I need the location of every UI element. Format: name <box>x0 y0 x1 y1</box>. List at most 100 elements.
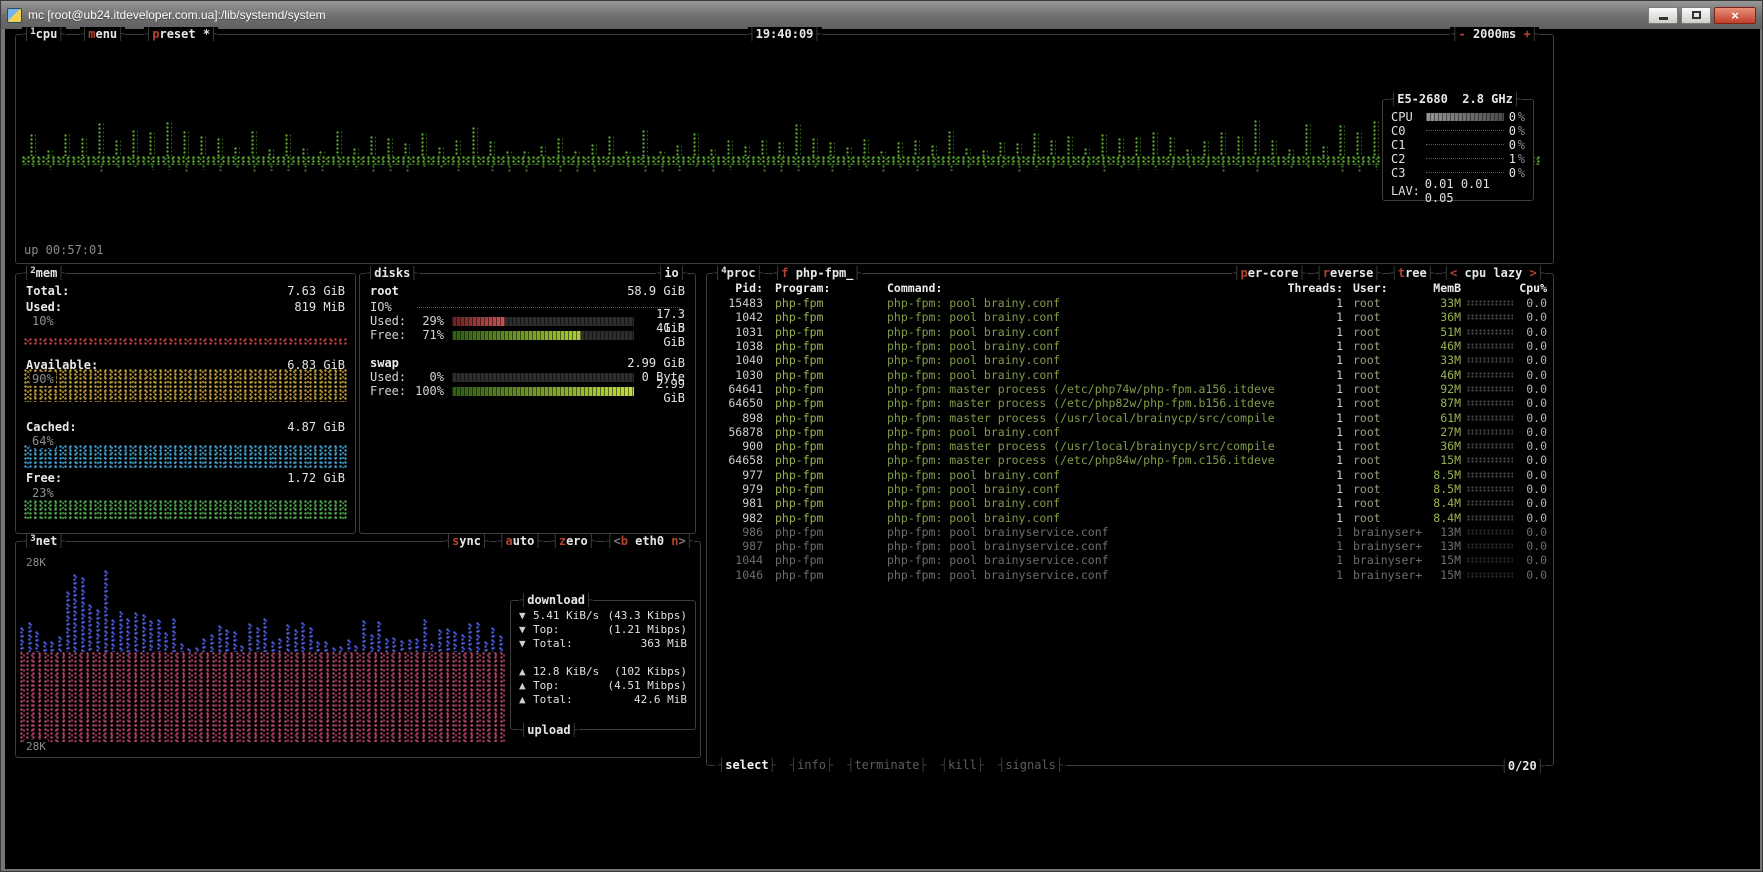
process-cpu: 0.0 <box>1513 511 1547 525</box>
process-cpu-graph <box>1467 472 1513 478</box>
process-cpu-graph <box>1467 329 1513 335</box>
process-row[interactable]: 986php-fpmphp-fpm: pool brainyservice.co… <box>713 525 1547 539</box>
upload-arrow-icon: ▲ <box>519 679 533 693</box>
memory-panel-title[interactable]: 2mem <box>22 266 66 280</box>
process-program: php-fpm <box>763 453 879 467</box>
process-command: php-fpm: master process (/usr/local/brai… <box>879 439 1285 453</box>
process-user: root <box>1343 396 1417 410</box>
sort-prev-button[interactable]: < <box>1450 266 1457 280</box>
process-row[interactable]: 64658php-fpmphp-fpm: master process (/et… <box>713 453 1547 467</box>
column-program[interactable]: Program: <box>763 281 879 295</box>
process-filter-input[interactable]: f php-fpm_ <box>773 266 862 280</box>
column-command[interactable]: Command: <box>879 281 1285 295</box>
maximize-button[interactable] <box>1681 7 1711 24</box>
process-program: php-fpm <box>763 353 879 367</box>
process-cpu-graph <box>1467 557 1513 563</box>
close-button[interactable]: × <box>1714 7 1756 24</box>
network-tabs: sync auto zero <box>444 534 596 548</box>
app-icon <box>7 8 22 23</box>
process-row[interactable]: 987php-fpmphp-fpm: pool brainyservice.co… <box>713 539 1547 553</box>
disk-io-label: IO% <box>370 300 412 314</box>
mem-free-row: Free:1.72 GiB <box>26 471 345 485</box>
process-cpu: 0.0 <box>1513 525 1547 539</box>
process-row[interactable]: 64641php-fpmphp-fpm: master process (/et… <box>713 382 1547 396</box>
interval-decrease-button[interactable]: - <box>1458 27 1465 41</box>
preset-button[interactable]: preset * <box>144 27 218 41</box>
interface-switcher[interactable]: <b eth0 n> <box>605 534 694 548</box>
swap-free-value: 2.99 GiB <box>638 377 685 405</box>
minimize-button[interactable] <box>1648 7 1678 24</box>
process-row[interactable]: 981php-fpmphp-fpm: pool brainy.conf1root… <box>713 496 1547 510</box>
tab-sync[interactable]: sync <box>444 534 489 548</box>
upload-stats: ▲12.8 KiB/s(102 Kibps)▲Top:(4.51 Mibps)▲… <box>519 665 687 707</box>
terminate-button[interactable]: terminate <box>847 758 927 772</box>
column-user[interactable]: User: <box>1343 281 1417 295</box>
signals-button[interactable]: signals <box>998 758 1063 772</box>
process-mem: 13M <box>1417 525 1461 539</box>
column-memb[interactable]: MemB <box>1417 281 1461 295</box>
interval-control[interactable]: - 2000ms + <box>1450 27 1539 41</box>
process-row[interactable]: 977php-fpmphp-fpm: pool brainy.conf1root… <box>713 468 1547 482</box>
disk-root-row: root58.9 GiB <box>370 284 685 298</box>
cpu-panel-title[interactable]: 1cpu <box>22 27 66 41</box>
process-threads: 1 <box>1285 496 1343 510</box>
process-row[interactable]: 15483php-fpmphp-fpm: pool brainy.conf1ro… <box>713 296 1547 310</box>
process-command: php-fpm: master process (/etc/php82w/php… <box>879 396 1285 410</box>
process-row[interactable]: 979php-fpmphp-fpm: pool brainy.conf1root… <box>713 482 1547 496</box>
process-row[interactable]: 1046php-fpmphp-fpm: pool brainyservice.c… <box>713 568 1547 582</box>
upload-stat-value: (102 Kibps) <box>614 665 687 679</box>
process-row[interactable]: 1042php-fpmphp-fpm: pool brainy.conf1roo… <box>713 310 1547 324</box>
process-row[interactable]: 56878php-fpmphp-fpm: pool brainy.conf1ro… <box>713 425 1547 439</box>
titlebar[interactable]: mc [root@ub24.itdeveloper.com.ua]:/lib/s… <box>1 1 1762 29</box>
process-row[interactable]: 900php-fpmphp-fpm: master process (/usr/… <box>713 439 1547 453</box>
process-panel-title[interactable]: 4proc <box>713 266 764 280</box>
process-row[interactable]: 898php-fpmphp-fpm: master process (/usr/… <box>713 410 1547 424</box>
tab-tree[interactable]: tree <box>1390 266 1435 280</box>
process-row[interactable]: 1031php-fpmphp-fpm: pool brainy.conf1roo… <box>713 325 1547 339</box>
io-mode-button[interactable]: io <box>656 266 687 280</box>
process-row[interactable]: 1038php-fpmphp-fpm: pool brainy.conf1roo… <box>713 339 1547 353</box>
column-cpu[interactable]: Cpu% <box>1513 281 1547 295</box>
tab-per-core[interactable]: per-core <box>1232 266 1306 280</box>
process-row[interactable]: 64650php-fpmphp-fpm: master process (/et… <box>713 396 1547 410</box>
download-stat-row: ▼5.41 KiB/s(43.3 Kibps) <box>519 609 687 623</box>
process-program: php-fpm <box>763 296 879 310</box>
core-label: C1 <box>1391 138 1421 152</box>
column-threads[interactable]: Threads: <box>1285 281 1343 295</box>
process-cpu: 0.0 <box>1513 411 1547 425</box>
process-row[interactable]: 1040php-fpmphp-fpm: pool brainy.conf1roo… <box>713 353 1547 367</box>
sort-control[interactable]: < cpu lazy > <box>1442 266 1545 280</box>
disks-panel-title[interactable]: disks <box>366 266 419 280</box>
tab-zero[interactable]: zero <box>551 534 596 548</box>
tab-auto[interactable]: auto <box>497 534 542 548</box>
process-user: root <box>1343 511 1417 525</box>
cpu-usage-graph <box>22 93 1541 189</box>
info-button[interactable]: info <box>790 758 833 772</box>
select-button[interactable]: select <box>718 758 776 772</box>
process-row[interactable]: 1030php-fpmphp-fpm: pool brainy.conf1roo… <box>713 367 1547 381</box>
process-program: php-fpm <box>763 439 879 453</box>
sort-next-button[interactable]: > <box>1530 266 1537 280</box>
network-panel-title[interactable]: 3net <box>22 534 66 548</box>
interval-increase-button[interactable]: + <box>1524 27 1531 41</box>
process-user: brainyser+ <box>1343 568 1417 582</box>
upload-stat-value: (4.51 Mibps) <box>608 679 687 693</box>
menu-button[interactable]: menu <box>80 27 125 41</box>
net-scale-bottom: 28K <box>24 740 48 754</box>
core-unit: % <box>1516 124 1525 138</box>
process-threads: 1 <box>1285 368 1343 382</box>
process-command: php-fpm: pool brainy.conf <box>879 468 1285 482</box>
kill-button[interactable]: kill <box>941 758 984 772</box>
column-pid[interactable]: Pid: <box>713 281 763 295</box>
process-threads: 1 <box>1285 525 1343 539</box>
tab-reverse[interactable]: reverse <box>1315 266 1382 280</box>
process-command: php-fpm: pool brainy.conf <box>879 511 1285 525</box>
process-command: php-fpm: pool brainyservice.conf <box>879 568 1285 582</box>
process-row[interactable]: 1044php-fpmphp-fpm: pool brainyservice.c… <box>713 553 1547 567</box>
process-mem: 61M <box>1417 411 1461 425</box>
download-stat-value: 363 MiB <box>641 637 687 651</box>
process-cpu: 0.0 <box>1513 425 1547 439</box>
process-user: root <box>1343 368 1417 382</box>
process-mem: 8.4M <box>1417 511 1461 525</box>
process-row[interactable]: 982php-fpmphp-fpm: pool brainy.conf1root… <box>713 510 1547 524</box>
